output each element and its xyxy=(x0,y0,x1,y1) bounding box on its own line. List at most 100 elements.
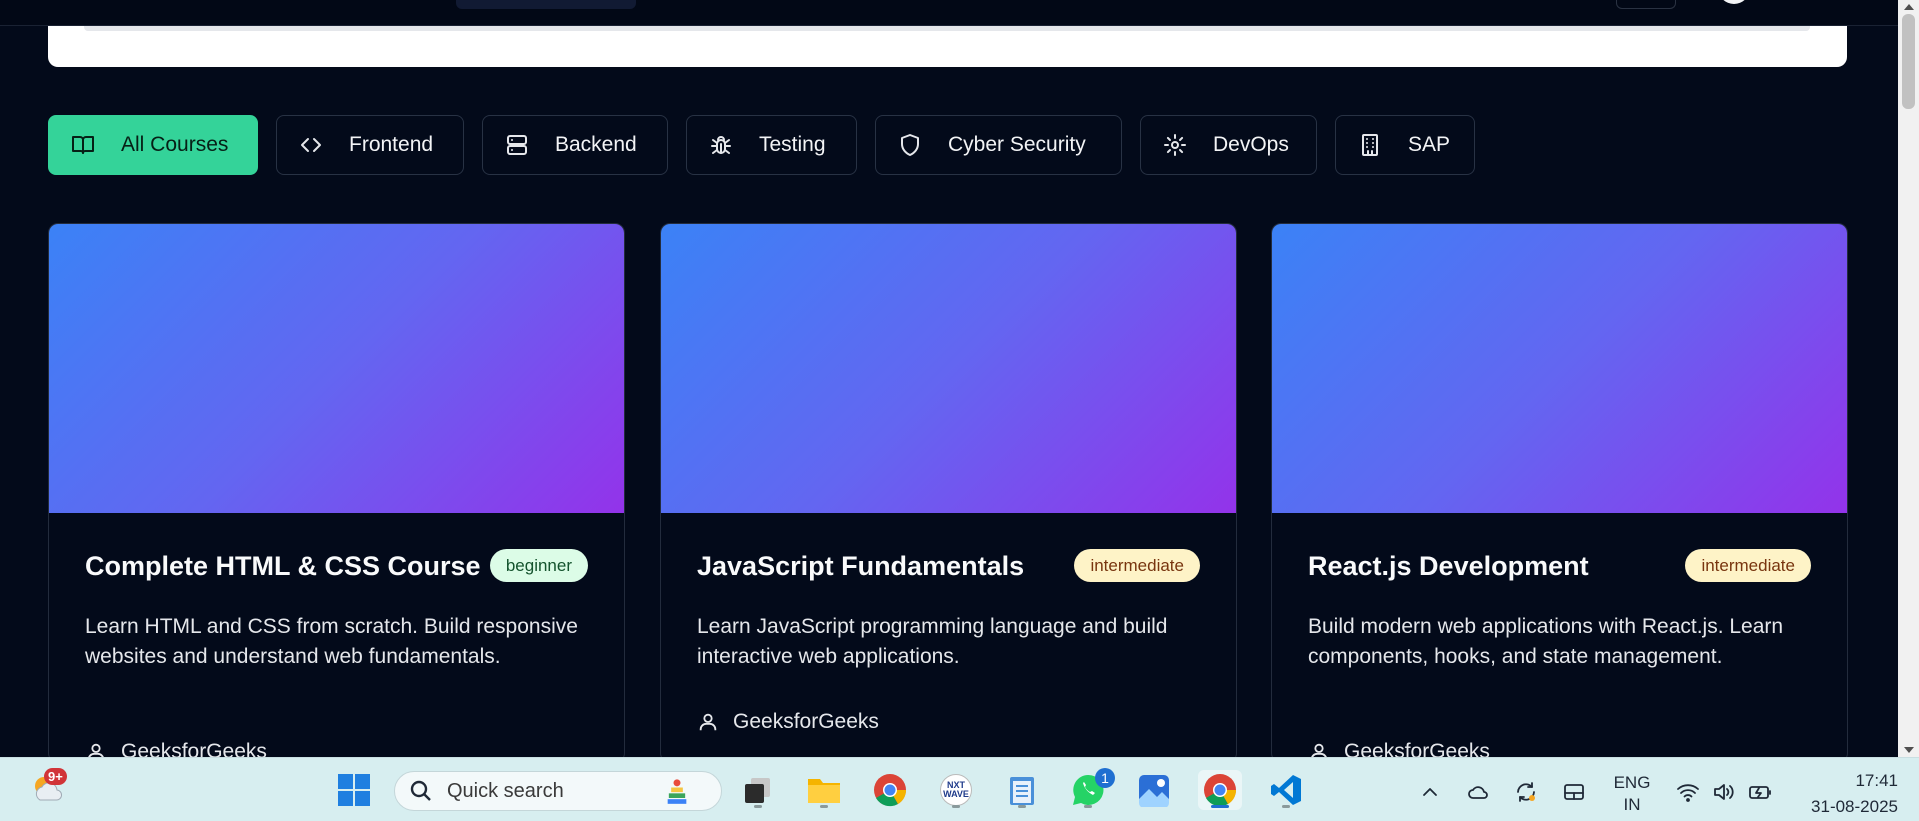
running-indicator xyxy=(952,805,960,808)
tab-all-courses[interactable]: All Courses xyxy=(48,115,258,175)
toy-icon xyxy=(667,779,687,804)
clock[interactable]: 17:41 31-08-2025 xyxy=(1788,770,1898,818)
level-badge: beginner xyxy=(489,549,588,582)
taskbar-task-view[interactable] xyxy=(738,770,778,810)
course-title: React.js Development xyxy=(1308,551,1589,581)
course-author: GeeksforGeeks xyxy=(697,710,879,734)
gear-icon xyxy=(1164,134,1186,156)
search-input[interactable] xyxy=(84,26,1810,31)
running-indicator xyxy=(1018,805,1026,808)
avatar[interactable] xyxy=(1718,0,1750,4)
running-indicator xyxy=(1282,805,1290,808)
photos-icon xyxy=(1139,775,1169,807)
network-tray[interactable] xyxy=(1676,780,1700,804)
task-view-icon xyxy=(745,778,770,803)
level-badge: intermediate xyxy=(1685,549,1811,582)
sync-tray[interactable] xyxy=(1514,780,1538,804)
running-indicator xyxy=(820,805,828,808)
tab-label: SAP xyxy=(1408,133,1451,156)
folder-icon xyxy=(808,779,840,803)
clock-date: 31-08-2025 xyxy=(1811,797,1898,816)
course-banner xyxy=(661,224,1236,513)
running-indicator xyxy=(1084,805,1092,808)
tab-label: Cyber Security xyxy=(948,133,1086,156)
course-card[interactable]: Complete HTML & CSS Course beginner Lear… xyxy=(48,223,625,763)
whatsapp-badge: 1 xyxy=(1095,768,1115,788)
tab-label: Frontend xyxy=(349,133,434,156)
taskbar-chrome-active[interactable] xyxy=(1198,770,1242,810)
course-banner xyxy=(1272,224,1847,513)
chevron-up-icon xyxy=(1423,788,1437,796)
taskbar-file-explorer[interactable] xyxy=(804,770,844,810)
show-hidden-icons[interactable] xyxy=(1418,780,1442,804)
language-indicator[interactable]: ENG IN xyxy=(1604,772,1660,816)
top-navbar xyxy=(0,0,1898,26)
course-card[interactable]: JavaScript Fundamentals intermediate Lea… xyxy=(660,223,1237,763)
shield-icon xyxy=(901,134,919,156)
server-icon xyxy=(507,135,527,155)
book-open-icon xyxy=(72,136,94,154)
taskbar-nxtwave[interactable]: NXT WAVE xyxy=(936,770,976,810)
tab-label: Backend xyxy=(555,133,637,156)
taskbar: 9+ Quick search NXT WAVE 1 ENG IN 17:41 … xyxy=(0,757,1919,821)
nav-active-item[interactable] xyxy=(456,0,636,9)
chrome-icon xyxy=(1204,774,1237,807)
tab-frontend[interactable]: Frontend xyxy=(276,115,464,175)
search-panel xyxy=(48,26,1847,67)
bug-icon xyxy=(711,136,731,154)
tablet-icon xyxy=(1564,784,1584,800)
tab-label: All Courses xyxy=(121,133,229,156)
chrome-icon xyxy=(874,774,907,807)
tab-backend[interactable]: Backend xyxy=(482,115,668,175)
notepad-icon xyxy=(1010,777,1034,805)
volume-tray[interactable] xyxy=(1712,780,1736,804)
taskbar-notepad[interactable] xyxy=(1002,770,1042,810)
running-indicator xyxy=(754,805,762,808)
taskbar-photos[interactable] xyxy=(1134,770,1174,810)
scroll-down-icon[interactable] xyxy=(1904,747,1914,753)
scroll-up-icon[interactable] xyxy=(1904,4,1914,10)
battery-tray[interactable] xyxy=(1748,780,1772,804)
language-label: ENG xyxy=(1613,773,1651,792)
taskbar-search[interactable]: Quick search xyxy=(394,771,722,811)
nav-button[interactable] xyxy=(1616,0,1676,9)
onedrive-tray[interactable] xyxy=(1466,780,1490,804)
user-icon xyxy=(699,713,717,731)
speaker-icon xyxy=(1714,784,1734,800)
windows-icon xyxy=(338,774,370,806)
course-description: Learn HTML and CSS from scratch. Build r… xyxy=(85,615,578,668)
taskbar-chrome[interactable] xyxy=(870,770,910,810)
page-scrollbar[interactable] xyxy=(1898,0,1919,757)
sync-icon xyxy=(1517,782,1535,802)
course-banner xyxy=(49,224,624,513)
vscode-icon xyxy=(1271,775,1301,805)
course-title: JavaScript Fundamentals xyxy=(697,551,1025,581)
level-badge: intermediate xyxy=(1074,549,1200,582)
building-icon xyxy=(1362,134,1378,156)
taskbar-vscode[interactable] xyxy=(1266,770,1306,810)
wifi-icon xyxy=(1677,784,1699,802)
course-title: Complete HTML & CSS Course xyxy=(85,551,481,581)
tab-label: Testing xyxy=(759,133,826,156)
nxtwave-label: NXT WAVE xyxy=(943,780,969,799)
tab-cyber-security[interactable]: Cyber Security xyxy=(875,115,1122,175)
nxtwave-icon: NXT WAVE xyxy=(940,774,972,806)
tablet-mode-tray[interactable] xyxy=(1562,780,1586,804)
scrollbar-thumb[interactable] xyxy=(1902,14,1915,109)
course-description: Build modern web applications with React… xyxy=(1308,615,1784,668)
weather-badge: 9+ xyxy=(44,768,67,785)
course-card[interactable]: React.js Development intermediate Build … xyxy=(1271,223,1848,763)
clock-time: 17:41 xyxy=(1855,771,1898,790)
start-button[interactable] xyxy=(334,770,374,810)
battery-charging-icon xyxy=(1749,786,1771,799)
tab-testing[interactable]: Testing xyxy=(686,115,857,175)
author-name: GeeksforGeeks xyxy=(733,710,879,733)
tab-sap[interactable]: SAP xyxy=(1335,115,1475,175)
cloud-icon xyxy=(1468,786,1488,799)
code-icon xyxy=(301,138,321,152)
tab-devops[interactable]: DevOps xyxy=(1140,115,1317,175)
tab-label: DevOps xyxy=(1213,133,1289,156)
course-description: Learn JavaScript programming language an… xyxy=(697,615,1168,668)
running-indicator xyxy=(1211,805,1229,808)
search-placeholder: Quick search xyxy=(447,779,564,802)
